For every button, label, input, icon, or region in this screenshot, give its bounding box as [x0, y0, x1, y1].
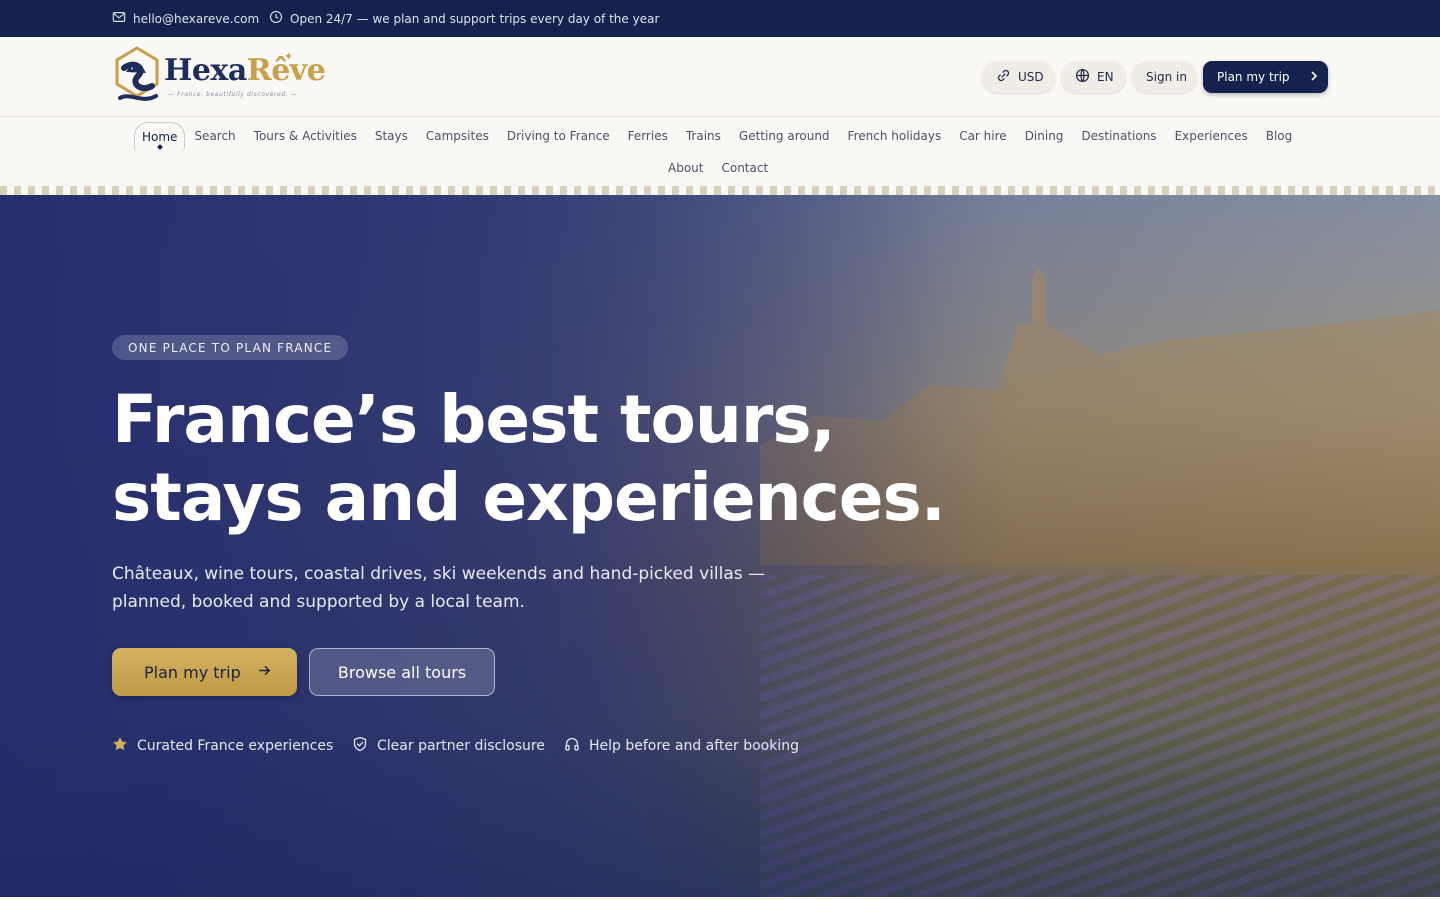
nav-item-tours-activities[interactable]: Tours & Activities — [245, 122, 366, 150]
plan-trip-button[interactable]: Plan my trip — [112, 648, 297, 696]
browse-tours-button[interactable]: Browse all tours — [309, 648, 495, 696]
nav-item-search[interactable]: Search — [185, 122, 244, 150]
opening-hours: Open 24/7 — we plan and support trips ev… — [269, 0, 659, 37]
plan-trip-header-label: Plan my trip — [1217, 70, 1290, 84]
nav-item-stays[interactable]: Stays — [366, 122, 417, 150]
plan-trip-label: Plan my trip — [144, 662, 241, 682]
sparkle-icon: ✦ — [284, 50, 294, 63]
nav-item-ferries[interactable]: Ferries — [619, 122, 677, 150]
hero-subtext-line2: planned, booked and supported by a local… — [112, 592, 525, 612]
feature-curated-label: Curated France experiences — [137, 738, 334, 754]
headphones-icon — [564, 736, 580, 756]
feature-curated: Curated France experiences — [112, 736, 333, 756]
site-header: HexaRêve ✦ — France, beautifully discove… — [0, 37, 1440, 117]
nav-item-destinations[interactable]: Destinations — [1072, 122, 1165, 150]
decorative-border — [0, 186, 1440, 195]
star-icon — [112, 736, 128, 756]
plan-trip-header-button[interactable]: Plan my trip — [1203, 61, 1328, 93]
hero-headline-line1: France’s best tours, — [112, 381, 836, 458]
feature-disclosure: Clear partner disclosure — [352, 736, 545, 756]
nav-row-primary: Home Search Tours & Activities Stays Cam… — [134, 121, 1302, 151]
nav-item-campsites[interactable]: Campsites — [417, 122, 498, 150]
hero-eyebrow: ONE PLACE TO PLAN FRANCE — [112, 335, 349, 360]
nav-item-contact[interactable]: Contact — [712, 154, 777, 182]
contact-email[interactable]: hello@hexareve.com — [112, 0, 259, 37]
feature-disclosure-label: Clear partner disclosure — [377, 738, 545, 754]
nav-item-driving-to-france[interactable]: Driving to France — [498, 122, 619, 150]
hero-section: ONE PLACE TO PLAN FRANCE France’s best t… — [0, 195, 1440, 897]
hero-headline-line2: stays and experiences. — [112, 459, 946, 536]
nav-item-experiences[interactable]: Experiences — [1166, 122, 1257, 150]
hero-headline: France’s best tours, stays and experienc… — [112, 381, 1012, 537]
nav-item-trains[interactable]: Trains — [677, 122, 730, 150]
hero-subtext: Châteaux, wine tours, coastal drives, sk… — [112, 560, 772, 616]
feature-support: Help before and after booking — [564, 736, 799, 756]
logo-mark-icon — [115, 46, 159, 101]
nav-item-dining[interactable]: Dining — [1016, 122, 1073, 150]
sign-in-label: Sign in — [1146, 70, 1187, 84]
language-selector[interactable]: EN — [1061, 61, 1126, 93]
hero-subtext-line1: Châteaux, wine tours, coastal drives, sk… — [112, 564, 766, 584]
currency-selector[interactable]: USD — [982, 61, 1055, 93]
chevron-right-icon — [1308, 70, 1320, 85]
nav-item-car-hire[interactable]: Car hire — [950, 122, 1015, 150]
currency-label: USD — [1018, 70, 1044, 84]
nav-row-secondary: About Contact — [659, 154, 777, 182]
shield-check-icon — [352, 736, 368, 756]
brand-name-part1: Hexa — [164, 53, 247, 88]
clock-icon — [269, 10, 283, 27]
nav-item-getting-around[interactable]: Getting around — [730, 122, 839, 150]
feature-support-label: Help before and after booking — [589, 738, 800, 754]
contact-email-text: hello@hexareve.com — [133, 11, 260, 26]
top-info-bar: hello@hexareve.com Open 24/7 — we plan a… — [0, 0, 1440, 37]
nav-item-about[interactable]: About — [659, 154, 712, 182]
opening-hours-text: Open 24/7 — we plan and support trips ev… — [290, 11, 660, 26]
brand-name: HexaRêve — [164, 53, 326, 88]
mail-icon — [112, 10, 126, 27]
nav-item-french-holidays[interactable]: French holidays — [839, 122, 951, 150]
language-label: EN — [1097, 70, 1114, 84]
brand-logo[interactable]: HexaRêve ✦ — France, beautifully discove… — [112, 46, 326, 110]
sign-in-button[interactable]: Sign in — [1132, 61, 1197, 93]
nav-item-blog[interactable]: Blog — [1257, 122, 1302, 150]
arrow-right-icon — [257, 663, 272, 682]
main-navigation: Home Search Tours & Activities Stays Cam… — [0, 118, 1440, 186]
brand-tagline: — France, beautifully discovered. — — [168, 91, 298, 98]
browse-tours-label: Browse all tours — [337, 662, 467, 682]
globe-icon — [1075, 68, 1090, 86]
nav-item-home[interactable]: Home — [134, 121, 186, 151]
link-icon — [996, 68, 1011, 86]
